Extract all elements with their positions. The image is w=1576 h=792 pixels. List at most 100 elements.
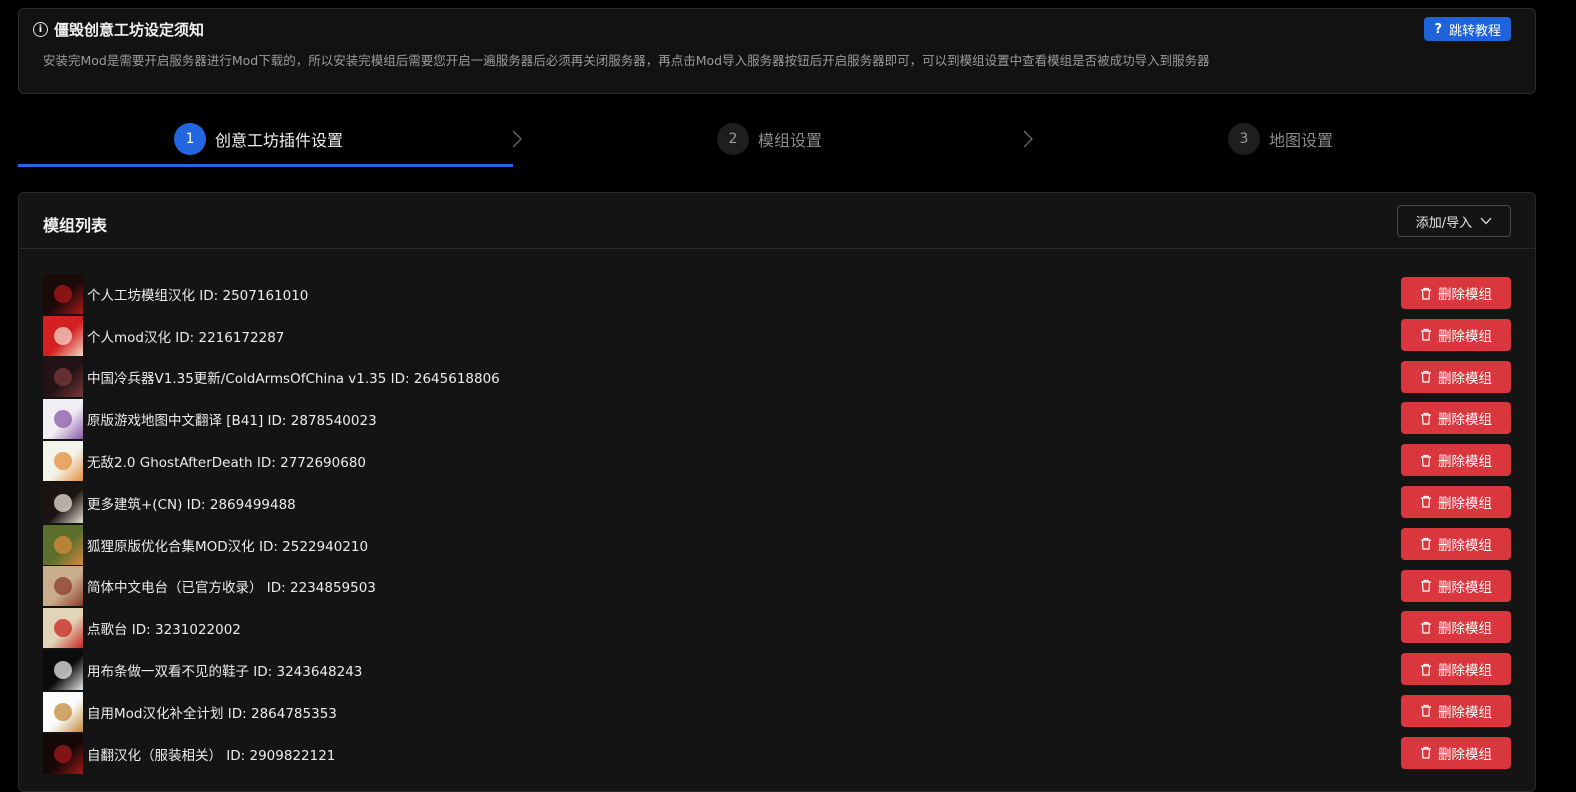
mod-name: 简体中文电台（已官方收录） ID: 2234859503 bbox=[87, 580, 376, 597]
mod-name: 自翻汉化（服装相关） ID: 2909822121 bbox=[87, 747, 336, 764]
trash-icon bbox=[1421, 579, 1431, 592]
trash-icon bbox=[1421, 454, 1431, 467]
delete-mod-button[interactable]: 删除模组 bbox=[1401, 444, 1511, 477]
trash-icon bbox=[1421, 538, 1431, 550]
mod-row: 狐狸原版优化合集MOD汉化 ID: 2522940210 删除模组 bbox=[43, 524, 1511, 566]
mod-row: 用布条做一双看不见的鞋子 ID: 3243648243 删除模组 bbox=[43, 649, 1511, 691]
delete-mod-label: 删除模组 bbox=[1438, 579, 1492, 596]
mod-list: 个人工坊模组汉化 ID: 2507161010 删除模组 个人mod汉化 ID: 2… bbox=[43, 273, 1511, 775]
mod-thumbnail bbox=[43, 733, 83, 774]
delete-mod-button[interactable]: 删除模组 bbox=[1401, 402, 1511, 435]
add-import-dropdown[interactable]: 添加/导入 bbox=[1397, 205, 1511, 237]
step-label: 创意工坊插件设置 bbox=[215, 131, 344, 150]
notice-description: 安装完Mod是需要开启服务器进行Mod下载的，所以安装完模组后需要您开启一遍服务… bbox=[43, 53, 1210, 68]
delete-mod-button[interactable]: 删除模组 bbox=[1401, 485, 1511, 518]
trash-icon bbox=[1421, 287, 1431, 300]
trash-icon bbox=[1421, 412, 1431, 425]
tutorial-button[interactable]: ? 跳转教程 bbox=[1424, 17, 1511, 41]
notice-title-text: 僵毁创意工坊设定须知 bbox=[54, 21, 205, 39]
step-number: 3 bbox=[1228, 123, 1260, 155]
steps-bar: 1 创意工坊插件设置 2 模组设置 3 地图设置 bbox=[18, 112, 1536, 168]
trash-icon bbox=[1421, 621, 1431, 634]
mod-row: 无敌2.0 GhostAfterDeath ID: 2772690680 删除模组 bbox=[43, 440, 1511, 482]
trash-icon bbox=[1421, 329, 1431, 341]
notice-card: i 僵毁创意工坊设定须知 安装完Mod是需要开启服务器进行Mod下载的，所以安装… bbox=[18, 8, 1536, 94]
delete-mod-label: 删除模组 bbox=[1438, 746, 1492, 763]
panel-header: 模组列表 添加/导入 bbox=[19, 193, 1535, 249]
step-label: 地图设置 bbox=[1269, 131, 1334, 150]
mod-thumbnail bbox=[43, 524, 83, 565]
mod-name: 中国冷兵器V1.35更新/ColdArmsOfChina v1.35 ID: 2… bbox=[87, 371, 500, 388]
mod-row: 原版游戏地图中文翻译 [B41] ID: 2878540023 删除模组 bbox=[43, 398, 1511, 440]
delete-mod-button[interactable]: 删除模组 bbox=[1401, 736, 1511, 769]
step-label: 模组设置 bbox=[758, 131, 823, 150]
mod-name: 点歌台 ID: 3231022002 bbox=[87, 622, 241, 639]
mod-thumbnail bbox=[43, 315, 83, 356]
mod-name: 用布条做一双看不见的鞋子 ID: 3243648243 bbox=[87, 664, 363, 681]
delete-mod-label: 删除模组 bbox=[1438, 495, 1492, 512]
chevron-right-icon bbox=[512, 130, 522, 148]
mod-thumbnail bbox=[43, 482, 83, 523]
delete-mod-button[interactable]: 删除模组 bbox=[1401, 360, 1511, 393]
info-icon: i bbox=[33, 22, 48, 37]
trash-icon bbox=[1421, 496, 1431, 509]
delete-mod-button[interactable]: 删除模组 bbox=[1401, 653, 1511, 686]
mod-row: 简体中文电台（已官方收录） ID: 2234859503 删除模组 bbox=[43, 566, 1511, 608]
notice-title: i 僵毁创意工坊设定须知 bbox=[33, 19, 204, 40]
mod-row: 点歌台 ID: 3231022002 删除模组 bbox=[43, 607, 1511, 649]
step-mods[interactable]: 2 模组设置 bbox=[717, 112, 822, 166]
step-maps[interactable]: 3 地图设置 bbox=[1228, 112, 1333, 166]
mod-thumbnail bbox=[43, 441, 83, 482]
mod-row: 自用Mod汉化补全计划 ID: 2864785353 删除模组 bbox=[43, 691, 1511, 733]
mod-name: 无敌2.0 GhostAfterDeath ID: 2772690680 bbox=[87, 455, 367, 472]
mod-row: 中国冷兵器V1.35更新/ColdArmsOfChina v1.35 ID: 2… bbox=[43, 357, 1511, 399]
delete-mod-label: 删除模组 bbox=[1438, 454, 1492, 471]
delete-mod-label: 删除模组 bbox=[1438, 287, 1492, 303]
trash-icon bbox=[1421, 370, 1431, 383]
mod-row: 自翻汉化（服装相关） ID: 2909822121 删除模组 bbox=[43, 733, 1511, 775]
add-import-label: 添加/导入 bbox=[1415, 215, 1473, 231]
delete-mod-label: 删除模组 bbox=[1438, 704, 1492, 721]
mod-name: 更多建筑+(CN) ID: 2869499488 bbox=[87, 496, 296, 513]
delete-mod-label: 删除模组 bbox=[1438, 370, 1492, 387]
chevron-down-icon bbox=[1480, 217, 1492, 225]
mod-thumbnail bbox=[43, 357, 83, 398]
step-number: 2 bbox=[717, 123, 749, 155]
mod-row: 个人mod汉化 ID: 2216172287 删除模组 bbox=[43, 315, 1511, 357]
step-workshop[interactable]: 1 创意工坊插件设置 bbox=[174, 112, 343, 166]
mod-row: 个人工坊模组汉化 ID: 2507161010 删除模组 bbox=[43, 273, 1511, 315]
mod-thumbnail bbox=[43, 691, 83, 732]
delete-mod-button[interactable]: 删除模组 bbox=[1401, 694, 1511, 727]
mod-name: 自用Mod汉化补全计划 ID: 2864785353 bbox=[87, 705, 337, 722]
mod-thumbnail bbox=[43, 399, 83, 440]
delete-mod-button[interactable]: 删除模组 bbox=[1401, 569, 1511, 602]
mod-name: 个人工坊模组汉化 ID: 2507161010 bbox=[87, 287, 309, 304]
delete-mod-label: 删除模组 bbox=[1438, 537, 1492, 554]
delete-mod-button[interactable]: 删除模组 bbox=[1401, 611, 1511, 644]
mod-name: 原版游戏地图中文翻译 [B41] ID: 2878540023 bbox=[87, 413, 377, 430]
chevron-right-icon bbox=[1023, 130, 1033, 148]
mod-thumbnail bbox=[43, 608, 83, 649]
mod-name: 个人mod汉化 ID: 2216172287 bbox=[87, 329, 285, 346]
active-step-underline bbox=[18, 164, 513, 167]
mod-list-panel: 模组列表 添加/导入 个人工坊模组汉化 ID: 2507161010 删除模组 个人… bbox=[18, 192, 1536, 792]
mod-name: 狐狸原版优化合集MOD汉化 ID: 2522940210 bbox=[87, 538, 369, 555]
mod-thumbnail bbox=[43, 650, 83, 691]
delete-mod-label: 删除模组 bbox=[1438, 663, 1492, 680]
delete-mod-button[interactable]: 删除模组 bbox=[1401, 277, 1511, 309]
trash-icon bbox=[1421, 747, 1431, 759]
trash-icon bbox=[1421, 705, 1431, 718]
step-number: 1 bbox=[174, 123, 206, 155]
panel-title: 模组列表 bbox=[43, 216, 108, 235]
question-icon: ? bbox=[1434, 21, 1442, 37]
tutorial-button-label: 跳转教程 bbox=[1448, 23, 1501, 39]
delete-mod-button[interactable]: 删除模组 bbox=[1401, 318, 1511, 351]
delete-mod-label: 删除模组 bbox=[1438, 328, 1492, 345]
delete-mod-button[interactable]: 删除模组 bbox=[1401, 527, 1511, 560]
delete-mod-label: 删除模组 bbox=[1438, 412, 1492, 429]
mod-thumbnail bbox=[43, 566, 83, 607]
mod-thumbnail bbox=[43, 273, 83, 314]
trash-icon bbox=[1421, 663, 1431, 676]
delete-mod-label: 删除模组 bbox=[1438, 621, 1492, 638]
mod-row: 更多建筑+(CN) ID: 2869499488 删除模组 bbox=[43, 482, 1511, 524]
